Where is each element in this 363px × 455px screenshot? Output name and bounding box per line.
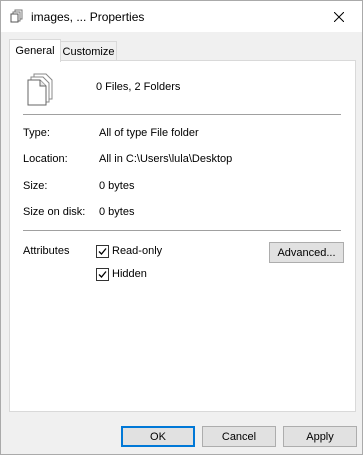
location-label: Location: (23, 153, 68, 165)
size-value: 0 bytes (99, 180, 135, 192)
hidden-checkbox[interactable] (96, 268, 109, 281)
hidden-label[interactable]: Hidden (112, 268, 147, 280)
close-icon (334, 11, 344, 22)
attributes-label: Attributes (23, 245, 70, 257)
close-button[interactable] (316, 1, 362, 32)
advanced-button[interactable]: Advanced... (269, 242, 344, 263)
type-label: Type: (23, 127, 50, 139)
general-panel: 0 Files, 2 Folders Type: All of type Fil… (9, 60, 356, 412)
size-label: Size: (23, 180, 48, 192)
checkmark-icon (98, 271, 107, 278)
checkmark-icon (98, 248, 107, 255)
multiple-files-icon (10, 9, 24, 23)
properties-dialog: images, ... Properties General Customize… (0, 0, 363, 455)
title-bar: images, ... Properties (1, 1, 362, 32)
multiple-files-icon (26, 73, 54, 107)
selection-summary: 0 Files, 2 Folders (96, 81, 181, 93)
size-on-disk-label: Size on disk: (23, 206, 86, 218)
apply-button[interactable]: Apply (283, 426, 357, 447)
separator (23, 114, 341, 115)
window-title: images, ... Properties (31, 10, 145, 24)
size-on-disk-value: 0 bytes (99, 206, 135, 218)
readonly-label[interactable]: Read-only (112, 245, 162, 257)
type-value: All of type File folder (99, 127, 199, 139)
separator (23, 230, 341, 231)
ok-button[interactable]: OK (121, 426, 195, 447)
readonly-checkbox[interactable] (96, 245, 109, 258)
tab-general[interactable]: General (9, 39, 61, 62)
location-value: All in C:\Users\lula\Desktop (99, 153, 233, 165)
tab-customize[interactable]: Customize (60, 41, 117, 61)
cancel-button[interactable]: Cancel (202, 426, 276, 447)
